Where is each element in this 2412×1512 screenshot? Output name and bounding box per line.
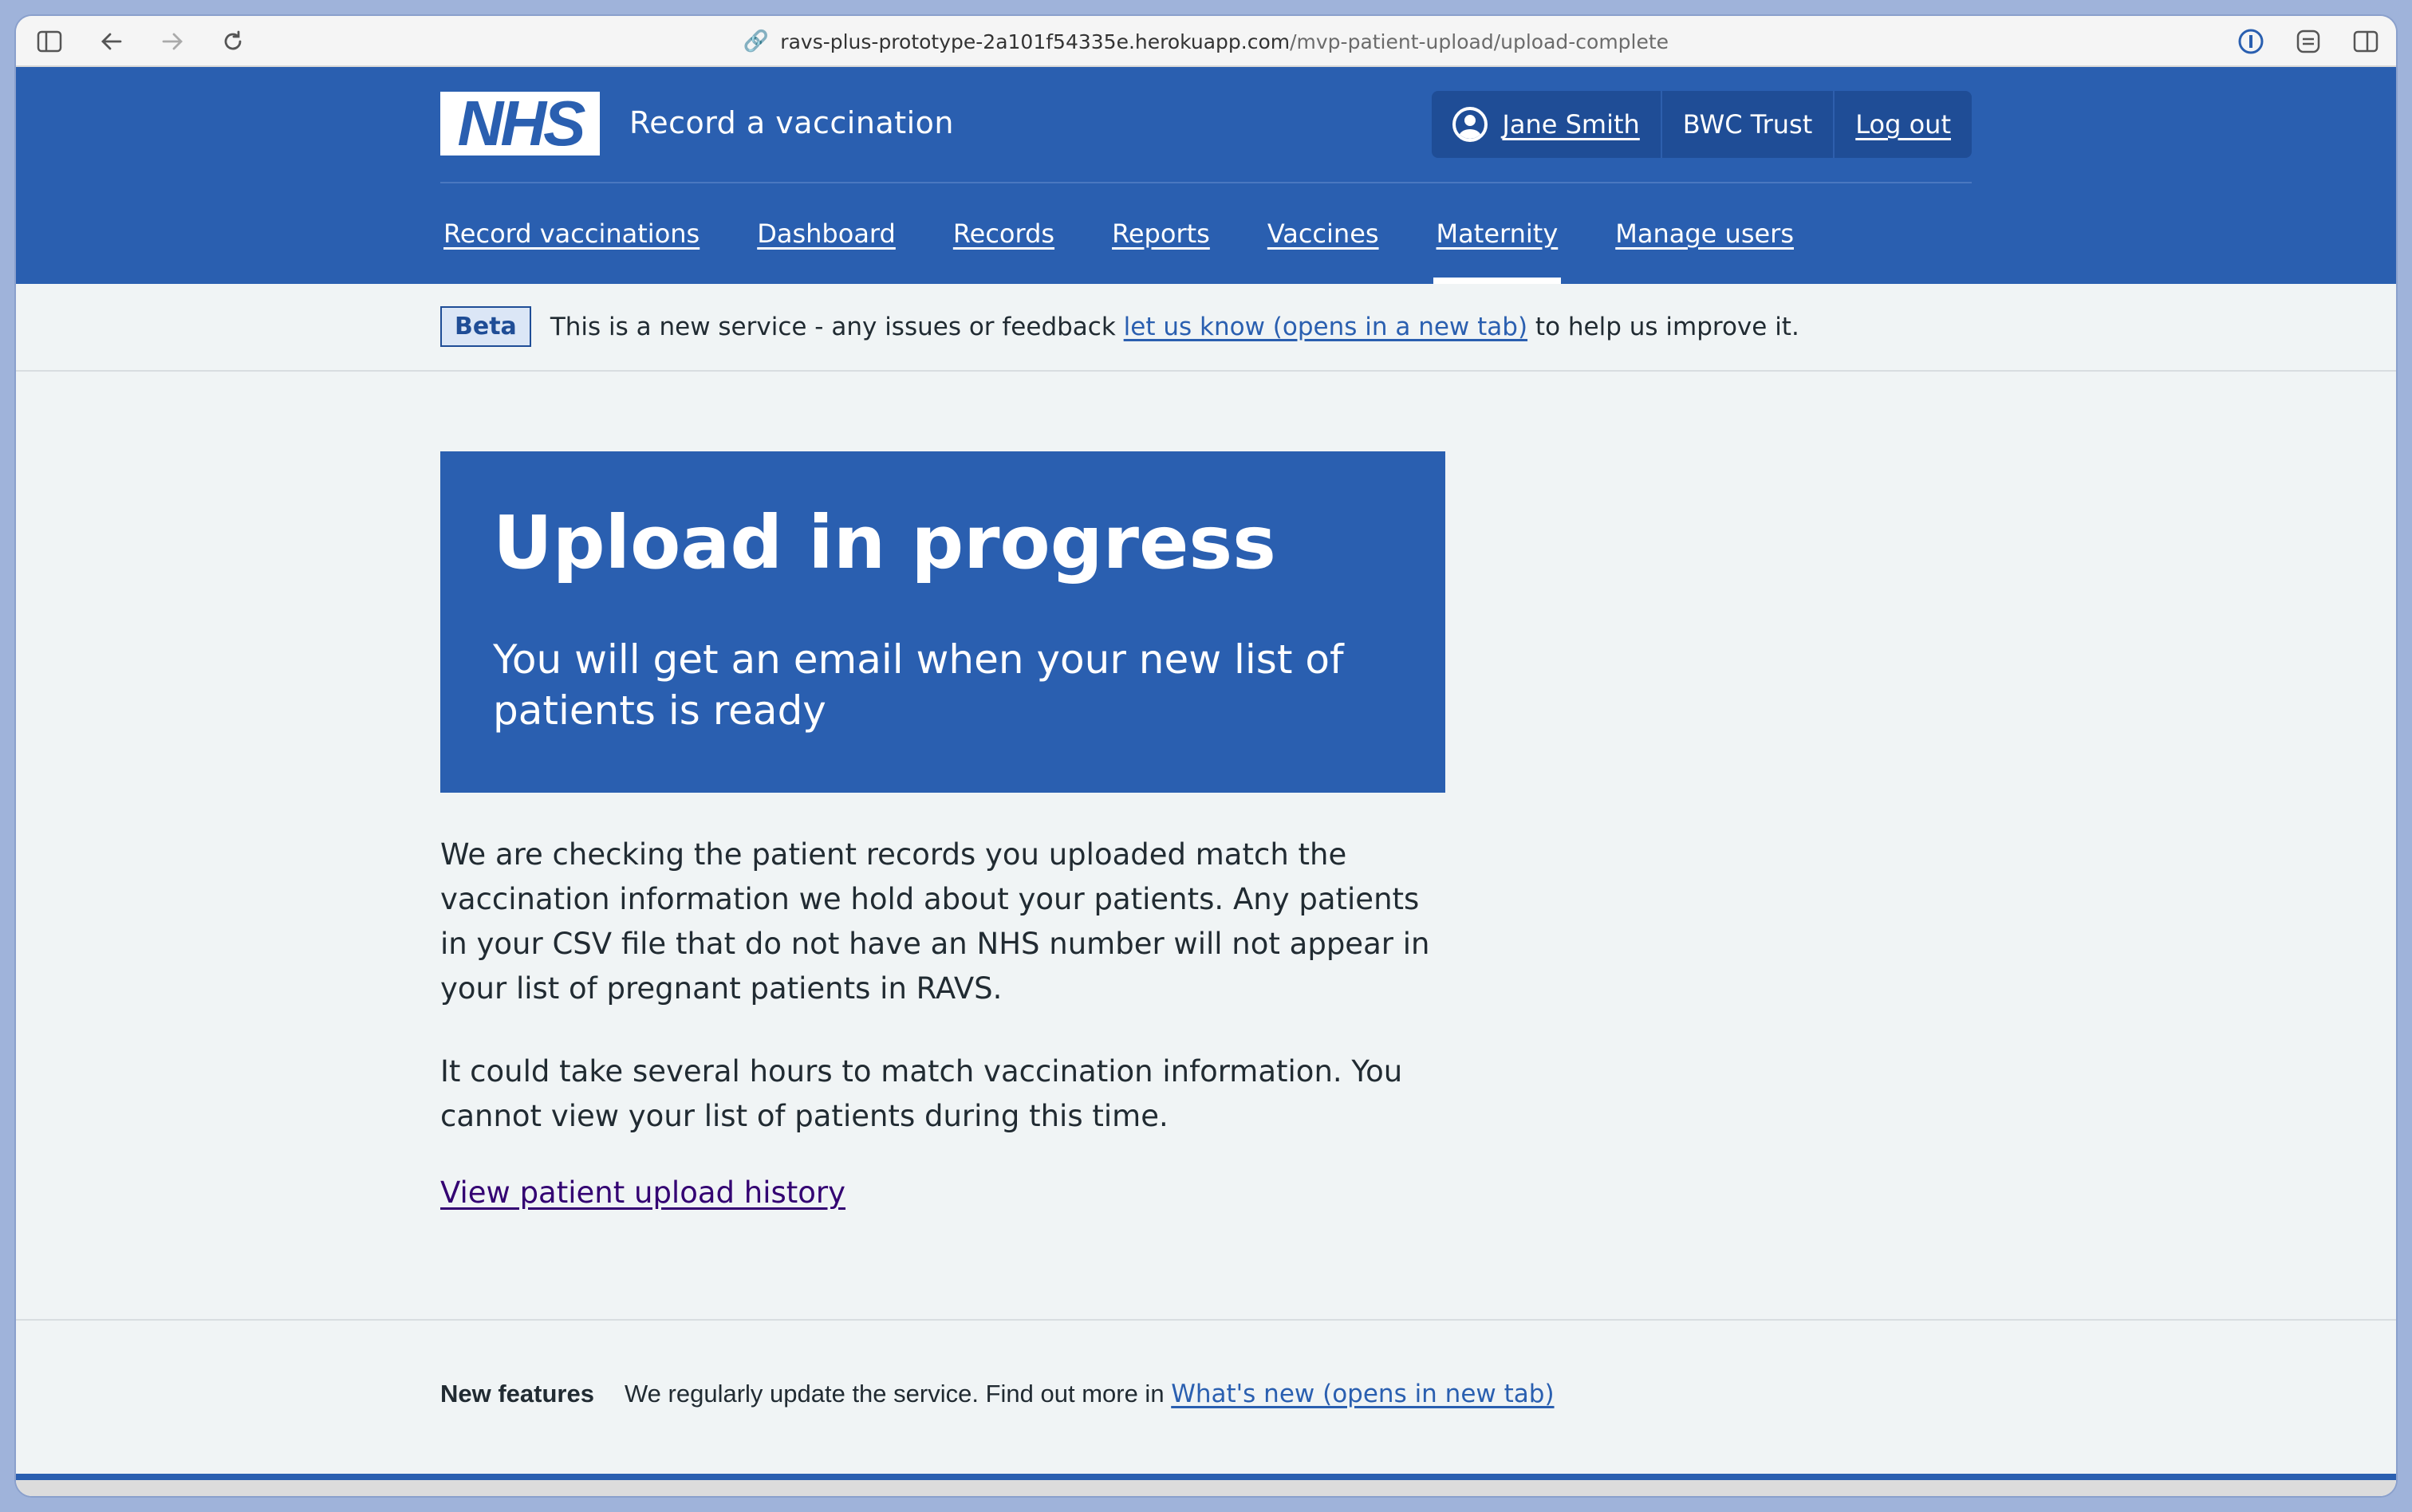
beta-text: This is a new service - any issues or fe…	[550, 313, 1799, 341]
service-name[interactable]: Record a vaccination	[629, 105, 954, 140]
link-icon: 🔗	[743, 30, 770, 53]
nhs-logo[interactable]: NHS	[440, 92, 600, 156]
footer-text: We regularly update the service. Find ou…	[624, 1380, 1165, 1408]
beta-banner: Beta This is a new service - any issues …	[16, 284, 2396, 372]
site-header: NHS Record a vaccination Jane Smith BWC …	[16, 67, 2396, 284]
nav-reports[interactable]: Reports	[1109, 183, 1213, 284]
body-paragraph-1: We are checking the patient records you …	[440, 837, 1430, 1006]
footer-accent-bar	[16, 1474, 2396, 1480]
url-path: /mvp-patient-upload/upload-complete	[1290, 30, 1669, 53]
upload-history-link[interactable]: View patient upload history	[440, 1175, 845, 1210]
nav-dashboard[interactable]: Dashboard	[754, 183, 899, 284]
body-paragraph-2: It could take several hours to match vac…	[440, 1054, 1403, 1133]
site-footer: New features We regularly update the ser…	[16, 1319, 2396, 1496]
panel-subtitle: You will get an email when your new list…	[493, 636, 1344, 734]
panel-title: Upload in progress	[493, 500, 1276, 585]
logout-cell: Log out	[1833, 91, 1972, 158]
browser-window: 🔗 ravs-plus-prototype-2a101f54335e.herok…	[16, 16, 2396, 1496]
nav-vaccines[interactable]: Vaccines	[1264, 183, 1382, 284]
beta-text-before: This is a new service - any issues or fe…	[550, 312, 1124, 341]
url-host: ravs-plus-prototype-2a101f54335e.herokua…	[780, 30, 1291, 53]
account-user: Jane Smith	[1432, 91, 1660, 158]
address-bar[interactable]: 🔗 ravs-plus-prototype-2a101f54335e.herok…	[16, 16, 2396, 67]
password-manager-icon[interactable]	[2237, 27, 2265, 56]
nav-record-vaccinations[interactable]: Record vaccinations	[440, 183, 703, 284]
nav-records[interactable]: Records	[950, 183, 1058, 284]
account-bar: Jane Smith BWC Trust Log out	[1432, 91, 1972, 158]
user-name-link[interactable]: Jane Smith	[1502, 109, 1639, 140]
whats-new-link[interactable]: What's new (opens in new tab)	[1171, 1380, 1554, 1408]
extension-icon[interactable]	[2294, 27, 2323, 56]
nhs-logo-text: NHS	[457, 88, 586, 159]
logout-link[interactable]: Log out	[1855, 109, 1951, 140]
beta-tag: Beta	[440, 306, 531, 347]
user-icon	[1452, 107, 1488, 142]
footer-bottom-strip	[16, 1480, 2396, 1496]
confirmation-panel: Upload in progress You will get an email…	[440, 451, 1445, 793]
nav-maternity[interactable]: Maternity	[1433, 183, 1562, 284]
main-content: Upload in progress You will get an email…	[440, 451, 1445, 1210]
organisation-name: BWC Trust	[1660, 91, 1833, 158]
nav-manage-users[interactable]: Manage users	[1612, 183, 1797, 284]
footer-label: New features	[440, 1380, 594, 1408]
feedback-link[interactable]: let us know (opens in a new tab)	[1124, 313, 1527, 341]
beta-text-after: to help us improve it.	[1527, 312, 1799, 341]
primary-nav: Record vaccinations Dashboard Records Re…	[440, 183, 1848, 284]
browser-toolbar: 🔗 ravs-plus-prototype-2a101f54335e.herok…	[16, 16, 2396, 67]
split-view-icon[interactable]	[2351, 27, 2380, 56]
